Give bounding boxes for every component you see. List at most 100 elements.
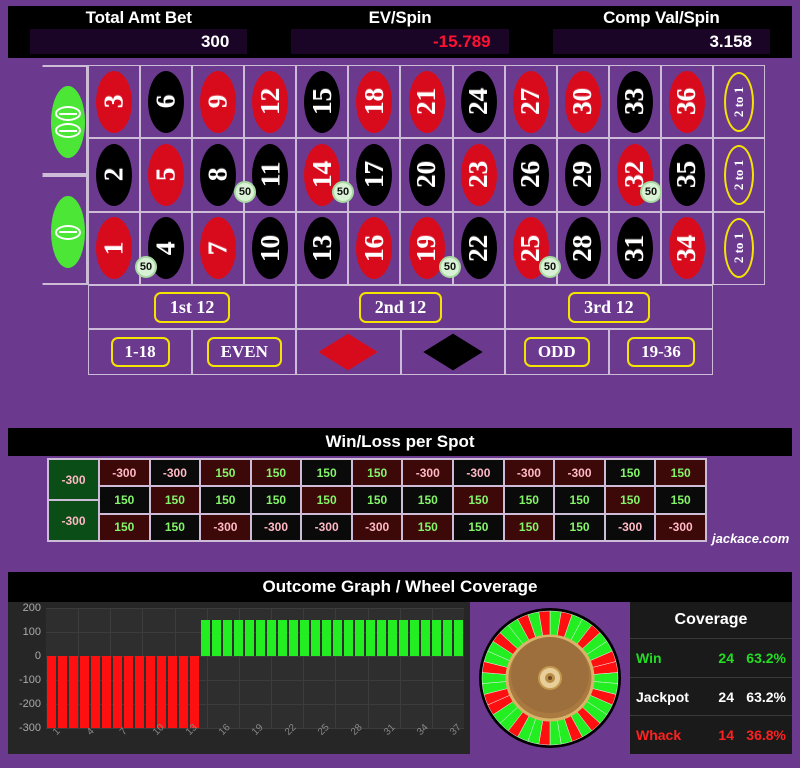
bet-cell-column-1[interactable]: 2 to 1: [713, 65, 765, 139]
number-oval: 27: [512, 70, 549, 133]
number-oval: 13: [304, 217, 341, 280]
bet-cell-16[interactable]: 16: [348, 211, 401, 285]
number-oval: 21: [408, 70, 445, 133]
bet-cell-30[interactable]: 30: [556, 65, 609, 139]
winloss-cell: 150: [99, 513, 150, 541]
bet-cell-5[interactable]: 5: [140, 138, 193, 212]
x-axis: 1 4 7 10 13 16 19 22 25 28 31 34 37: [46, 722, 464, 752]
bet-cell-36[interactable]: 36: [660, 65, 713, 139]
bet-cell-6[interactable]: 6: [140, 65, 193, 139]
bet-cell-8[interactable]: 8: [192, 138, 245, 212]
bet-cell-column-2[interactable]: 2 to 1: [713, 138, 765, 212]
bet-cell-2nd-12[interactable]: 2nd 12: [296, 285, 505, 329]
zero-glyph-icon: [55, 123, 81, 138]
bet-chip[interactable]: 50: [332, 181, 354, 203]
number-oval: 34: [668, 217, 705, 280]
bar-slot: [57, 608, 68, 728]
number-label: 19: [411, 234, 442, 262]
bar-slot: [343, 608, 354, 728]
winloss-cell: 150: [149, 486, 201, 514]
winloss-cell: 150: [554, 513, 605, 541]
bet-chip[interactable]: 50: [135, 256, 157, 278]
bar: [157, 656, 166, 728]
bet-cell-29[interactable]: 29: [556, 138, 609, 212]
number-label: 29: [567, 161, 598, 189]
bar: [80, 656, 89, 728]
number-oval: 36: [668, 70, 705, 133]
bet-cell-34[interactable]: 34: [660, 211, 713, 285]
number-label: 15: [306, 88, 337, 116]
number-label: 6: [150, 94, 181, 109]
winloss-cell: 150: [402, 486, 454, 514]
bet-cell-28[interactable]: 28: [556, 211, 609, 285]
winloss-cell: -300: [604, 513, 656, 541]
column-bet-label: 2 to 1: [731, 233, 746, 264]
bet-cell-20[interactable]: 20: [400, 138, 453, 212]
bet-cell-7[interactable]: 7: [192, 211, 245, 285]
bet-cell-column-3[interactable]: 2 to 1: [713, 211, 765, 285]
number-label: 5: [150, 168, 181, 182]
bet-cell-22[interactable]: 22: [452, 211, 505, 285]
outcome-chart: 200 100 0 -100 -200 -300 1 4 7 10 13 16 19 22 25 28 31 3…: [8, 602, 470, 754]
bet-cell-1st-12[interactable]: 1st 12: [88, 285, 297, 329]
bet-cell-15[interactable]: 15: [296, 65, 349, 139]
bet-cell-10[interactable]: 10: [244, 211, 297, 285]
bet-cell-23[interactable]: 23: [452, 138, 505, 212]
plot-area: [46, 608, 464, 729]
bet-chip[interactable]: 50: [640, 181, 662, 203]
bet-cell-odd[interactable]: ODD: [504, 329, 609, 375]
bet-cell-21[interactable]: 21: [400, 65, 453, 139]
bet-cell-12[interactable]: 12: [244, 65, 297, 139]
number-label: 11: [254, 162, 285, 188]
bet-cell-35[interactable]: 35: [660, 138, 713, 212]
bet-cell-3[interactable]: 3: [88, 65, 141, 139]
winloss-cell: -300: [99, 459, 150, 487]
bet-cell-0[interactable]: [30, 175, 88, 285]
number-oval: 15: [304, 70, 341, 133]
bet-cell-1-18[interactable]: 1-18: [88, 329, 193, 375]
y-tick-label: -100: [18, 674, 41, 686]
bet-cell-17[interactable]: 17: [348, 138, 401, 212]
stat-ev-per-spin: EV/Spin -15.789: [269, 6, 530, 58]
bet-cell-9[interactable]: 9: [192, 65, 245, 139]
bet-cell-even[interactable]: EVEN: [192, 329, 297, 375]
bet-cell-00[interactable]: [30, 65, 88, 175]
bet-cell-27[interactable]: 27: [504, 65, 557, 139]
bet-cell-18[interactable]: 18: [348, 65, 401, 139]
bet-chip[interactable]: 50: [539, 256, 561, 278]
bar-slot: [200, 608, 211, 728]
stat-value: 3.158: [552, 29, 770, 54]
bet-cell-black[interactable]: [400, 329, 505, 375]
bet-cell-2[interactable]: 2: [88, 138, 141, 212]
bet-cell-19-36[interactable]: 19-36: [608, 329, 714, 375]
bet-cell-red[interactable]: [296, 329, 401, 375]
bar: [201, 620, 210, 656]
bet-cell-24[interactable]: 24: [452, 65, 505, 139]
number-label: 26: [515, 161, 546, 189]
bar-slot: [310, 608, 321, 728]
bar-slot: [398, 608, 409, 728]
bet-chip[interactable]: 50: [439, 256, 461, 278]
bar-slot: [79, 608, 90, 728]
bar: [344, 620, 353, 656]
bet-cell-33[interactable]: 33: [608, 65, 661, 139]
coverage-row-whack: Whack 14 36.8%: [630, 715, 792, 754]
bar: [289, 620, 298, 656]
number-oval: 31: [616, 217, 653, 280]
outcome-title: Outcome Graph / Wheel Coverage: [8, 572, 792, 602]
bet-cell-26[interactable]: 26: [504, 138, 557, 212]
bet-chip[interactable]: 50: [234, 181, 256, 203]
bet-cell-13[interactable]: 13: [296, 211, 349, 285]
bet-cell-31[interactable]: 31: [608, 211, 661, 285]
bar-slot: [222, 608, 233, 728]
outside-bet-label: EVEN: [206, 337, 282, 367]
number-label: 9: [202, 94, 233, 109]
bet-cell-3rd-12[interactable]: 3rd 12: [504, 285, 713, 329]
bar: [443, 620, 452, 656]
number-oval: 23: [460, 143, 497, 206]
dozen-label: 3rd 12: [568, 291, 650, 323]
winloss-cell: -300: [402, 459, 454, 487]
bet-cell-1[interactable]: 1: [88, 211, 141, 285]
bet-cell-11[interactable]: 11: [244, 138, 297, 212]
y-tick-label: 0: [34, 650, 41, 662]
